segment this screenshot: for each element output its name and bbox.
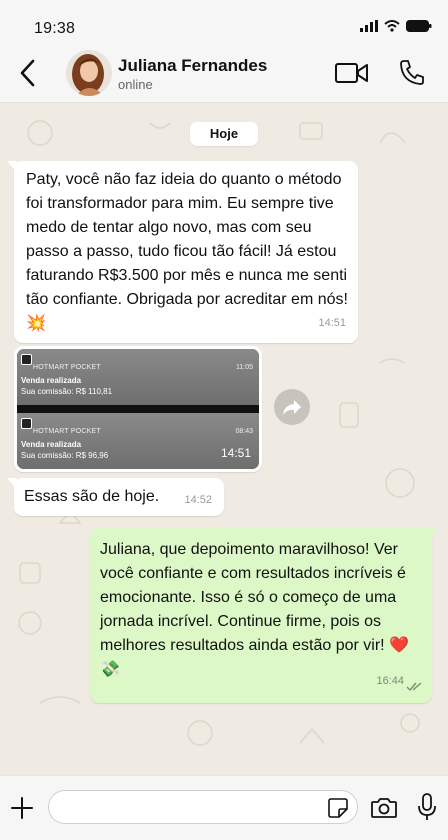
camera-icon[interactable]	[370, 796, 398, 820]
message-time: 14:52	[184, 494, 212, 506]
avatar[interactable]	[66, 50, 112, 96]
outgoing-message[interactable]: Juliana, que depoimento maravilhoso! Ver…	[90, 527, 439, 703]
bubble-tail	[7, 478, 17, 489]
contact-name[interactable]: Juliana Fernandes	[118, 56, 267, 76]
message-time: 14:51	[318, 317, 346, 329]
signal-icon	[360, 20, 378, 32]
message-time: 14:51	[220, 446, 251, 460]
message-field[interactable]	[48, 790, 358, 824]
message-input[interactable]	[63, 797, 307, 819]
message-text: Juliana, que depoimento maravilhoso! Ver…	[100, 541, 409, 678]
back-icon[interactable]	[16, 58, 40, 88]
bubble-tail	[429, 527, 439, 538]
notifications-screenshot[interactable]: HOTMART POCKET 11:05 Venda realizada Sua…	[17, 349, 259, 469]
phone-icon[interactable]	[398, 58, 424, 86]
notification-body: Sua comissão: R$ 96,96	[21, 451, 109, 460]
bubble-tail	[7, 161, 17, 172]
divider	[17, 405, 259, 413]
message-text: Essas são de hoje.	[24, 488, 160, 505]
status-icons	[360, 20, 432, 32]
incoming-image-message[interactable]: HOTMART POCKET 11:05 Venda realizada Sua…	[14, 346, 262, 472]
message-time: 16:44	[376, 675, 404, 687]
notification-card: HOTMART POCKET 11:05 Venda realizada Sua…	[17, 349, 259, 405]
hotmart-logo-icon	[21, 354, 32, 365]
chat-area[interactable]: Hoje Paty, você não faz ideia do quanto …	[0, 103, 448, 775]
date-chip: Hoje	[190, 122, 258, 146]
notification-body: Sua comissão: R$ 110,81	[21, 387, 113, 396]
forward-button[interactable]	[274, 389, 310, 425]
status-time: 19:38	[34, 20, 76, 37]
chat-header: Juliana Fernandes online	[0, 46, 448, 103]
hotmart-logo-icon	[21, 418, 32, 429]
wifi-icon	[384, 20, 400, 32]
contact-status: online	[118, 77, 153, 92]
sticker-icon[interactable]	[327, 797, 349, 819]
incoming-message[interactable]: Paty, você não faz ideia do quanto o mét…	[7, 161, 358, 343]
battery-icon	[406, 20, 432, 32]
notification-time: 11:05	[236, 364, 253, 371]
chat-screen: 19:38 Juliana Fernandes online Hoje Paty…	[0, 0, 448, 840]
status-bar: 19:38	[0, 0, 448, 46]
read-ticks-icon	[406, 682, 422, 692]
input-bar	[0, 775, 448, 840]
forward-icon	[283, 400, 301, 415]
plus-icon[interactable]	[10, 796, 34, 820]
mic-icon[interactable]	[416, 792, 438, 822]
incoming-message[interactable]: Essas são de hoje. 14:52	[7, 478, 224, 516]
message-text: Paty, você não faz ideia do quanto o mét…	[26, 171, 348, 332]
video-call-icon[interactable]	[334, 60, 370, 86]
